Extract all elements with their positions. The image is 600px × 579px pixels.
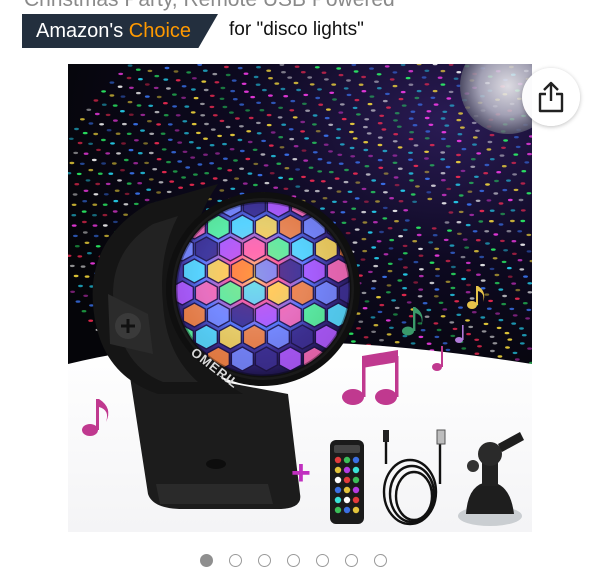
product-title[interactable]: Christmas Party, Remote USB Powered — [24, 0, 395, 12]
carousel-dot[interactable] — [374, 554, 387, 567]
carousel-pagination — [200, 554, 387, 567]
product-image[interactable]: OMERIL + — [68, 64, 532, 532]
badge-choice: Choice — [128, 19, 192, 42]
share-icon — [538, 81, 564, 113]
badge-brand: Amazon's — [36, 19, 124, 42]
product-page: Christmas Party, Remote USB Powered Amaz… — [0, 0, 600, 579]
badge-context: for "disco lights" — [229, 19, 364, 40]
amazons-choice-badge[interactable]: Amazon's Choice — [22, 14, 218, 48]
share-button[interactable] — [522, 68, 580, 126]
carousel-dot[interactable] — [200, 554, 213, 567]
carousel-dot[interactable] — [345, 554, 358, 567]
carousel-dot[interactable] — [258, 554, 271, 567]
product-photo: OMERIL + — [68, 64, 532, 532]
carousel-dot[interactable] — [316, 554, 329, 567]
carousel-dot[interactable] — [287, 554, 300, 567]
carousel-dot[interactable] — [229, 554, 242, 567]
plus-sign: + — [291, 454, 311, 492]
